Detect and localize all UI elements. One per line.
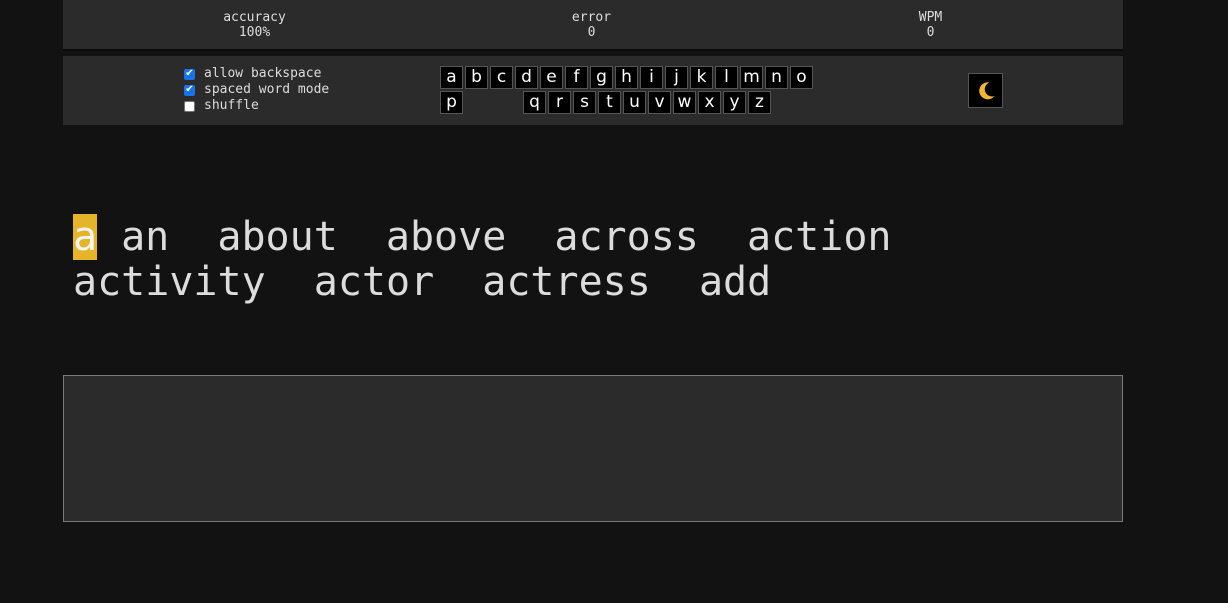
letter-key-h[interactable]: h [615, 66, 638, 89]
wpm-label: WPM [918, 10, 943, 25]
letter-key-e[interactable]: e [540, 66, 563, 89]
letter-key-n[interactable]: n [765, 66, 788, 89]
word-display: a an about above across action activity a… [73, 214, 1123, 305]
letter-key-f[interactable]: f [565, 66, 588, 89]
current-word: a [73, 214, 98, 260]
letter-key-r[interactable]: r [548, 91, 571, 114]
word: action [746, 214, 892, 260]
letter-key-i[interactable]: i [640, 66, 663, 89]
letter-key-m[interactable]: m [740, 66, 763, 89]
word: actress [482, 259, 651, 305]
letter-key-a[interactable]: a [440, 66, 463, 89]
letter-key-o[interactable]: o [790, 66, 813, 89]
letter-key-g[interactable]: g [590, 66, 613, 89]
letter-key-v[interactable]: v [648, 91, 671, 114]
letter-key-b[interactable]: b [465, 66, 488, 89]
checkbox[interactable]: ✔ [184, 84, 195, 96]
letter-key-y[interactable]: y [723, 91, 746, 114]
letter-key-l[interactable]: l [715, 66, 738, 89]
cursor-char: a [73, 214, 98, 260]
option-label: allow backspace [204, 66, 322, 81]
error-label: error [571, 10, 612, 25]
wpm-stat: WPM 0 [893, 10, 968, 40]
letter-key-d[interactable]: d [515, 66, 538, 89]
option-spaced-word-mode[interactable]: ✔ spaced word mode [183, 82, 329, 98]
letter-key-s[interactable]: s [573, 91, 596, 114]
option-shuffle[interactable]: shuffle [183, 98, 329, 114]
letter-key-q[interactable]: q [523, 91, 546, 114]
letter-key-c[interactable]: c [490, 66, 513, 89]
accuracy-stat: accuracy 100% [217, 10, 292, 40]
checkbox[interactable] [184, 100, 195, 112]
word: about [217, 214, 338, 260]
word: above [385, 214, 507, 260]
options-list: ✔ allow backspace ✔ spaced word mode shuffle [183, 66, 329, 114]
word: across [554, 214, 699, 260]
controls-bar: ✔ allow backspace ✔ spaced word mode shuffle… [63, 56, 1123, 125]
stats-bar: accuracy 100% error 0 WPM 0 [63, 0, 1123, 51]
checkbox[interactable]: ✔ [184, 68, 195, 80]
error-value: 0 [587, 25, 596, 40]
word: actor [313, 259, 435, 305]
option-allow-backspace[interactable]: ✔ allow backspace [183, 66, 329, 82]
letter-selector: abcdefghijklmno p qrstuvwxyz [440, 66, 860, 116]
letter-key-j[interactable]: j [665, 66, 688, 89]
letter-key-p[interactable]: p [440, 91, 463, 114]
moon-icon [978, 81, 994, 99]
letter-key-w[interactable]: w [673, 91, 696, 114]
letter-key-t[interactable]: t [598, 91, 621, 114]
theme-toggle-button[interactable] [968, 73, 1003, 108]
letter-key-z[interactable]: z [748, 91, 771, 114]
option-label: shuffle [204, 98, 259, 113]
error-stat: error 0 [554, 10, 629, 40]
word: an [121, 214, 170, 260]
word: add [698, 259, 772, 305]
word: activity [73, 259, 266, 305]
wpm-value: 0 [926, 25, 935, 40]
option-label: spaced word mode [204, 82, 330, 97]
letter-key-u[interactable]: u [623, 91, 646, 114]
typing-input[interactable] [63, 375, 1123, 522]
letter-key-x[interactable]: x [698, 91, 721, 114]
letter-key-k[interactable]: k [690, 66, 713, 89]
accuracy-value: 100% [238, 25, 271, 40]
accuracy-label: accuracy [223, 10, 286, 25]
